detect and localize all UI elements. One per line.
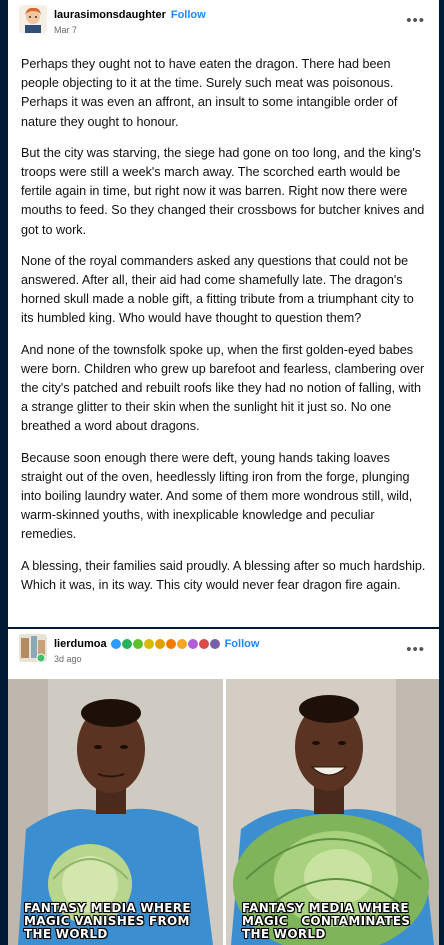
profile-badge-icon[interactable] [165,639,176,650]
post-date[interactable]: Mar 7 [54,25,77,35]
meme-image-left[interactable]: FANTASY MEDIA WHERE MAGIC VANISHES FROM … [8,679,223,945]
profile-badge-icon[interactable] [209,639,220,650]
image-row: FANTASY MEDIA WHERE MAGIC VANISHES FROM … [8,679,439,945]
paragraph: None of the royal commanders asked any q… [21,253,414,326]
profile-badge-icon[interactable] [121,639,132,650]
paragraph: And none of the townsfolk spoke up, when… [21,342,425,434]
profile-badge-icon[interactable] [187,639,198,650]
badge-row [110,639,220,650]
profile-badge-icon[interactable] [132,639,143,650]
username-text[interactable]: lierdumoa [54,638,107,650]
profile-badge-icon[interactable] [198,639,209,650]
paragraph: But the city was starving, the siege had… [21,145,425,237]
paragraph: Because soon enough there were deft, you… [21,450,413,542]
username[interactable]: lierdumoa Follow [54,638,259,650]
profile-badge-icon[interactable] [154,639,165,650]
meme-caption-left: FANTASY MEDIA WHERE MAGIC VANISHES FROM … [24,901,191,941]
meme-image-right[interactable]: FANTASY MEDIA WHERE MAGIC CONTAMINATES T… [226,679,439,945]
profile-badge-icon[interactable] [143,639,154,650]
profile-badge-icon[interactable] [176,639,187,650]
username[interactable]: laurasimonsdaughter Follow [54,9,206,21]
username-text[interactable]: laurasimonsdaughter [54,9,166,21]
avatar[interactable] [19,5,47,33]
post-lierdumoa: lierdumoa Follow 3d ago ••• FANTASY MEDI… [8,629,439,945]
more-options-icon[interactable]: ••• [406,12,425,29]
more-options-icon[interactable]: ••• [406,641,425,658]
post-date[interactable]: 3d ago [54,654,82,664]
post-header: laurasimonsdaughter Follow Mar 7 ••• [8,0,439,46]
post-laurasimonsdaughter: laurasimonsdaughter Follow Mar 7 ••• Perh… [8,0,439,627]
post-header: lierdumoa Follow 3d ago ••• [8,629,439,675]
post-body: Perhaps they ought not to have eaten the… [8,46,439,595]
follow-button[interactable]: Follow [171,9,206,21]
meme-caption-right: FANTASY MEDIA WHERE MAGIC CONTAMINATES T… [242,901,411,941]
follow-button[interactable]: Follow [225,638,260,650]
paragraph: A blessing, their families said proudly.… [21,558,426,592]
paragraph: Perhaps they ought not to have eaten the… [21,57,398,129]
profile-badge-icon[interactable] [110,639,121,650]
avatar[interactable] [19,634,47,662]
